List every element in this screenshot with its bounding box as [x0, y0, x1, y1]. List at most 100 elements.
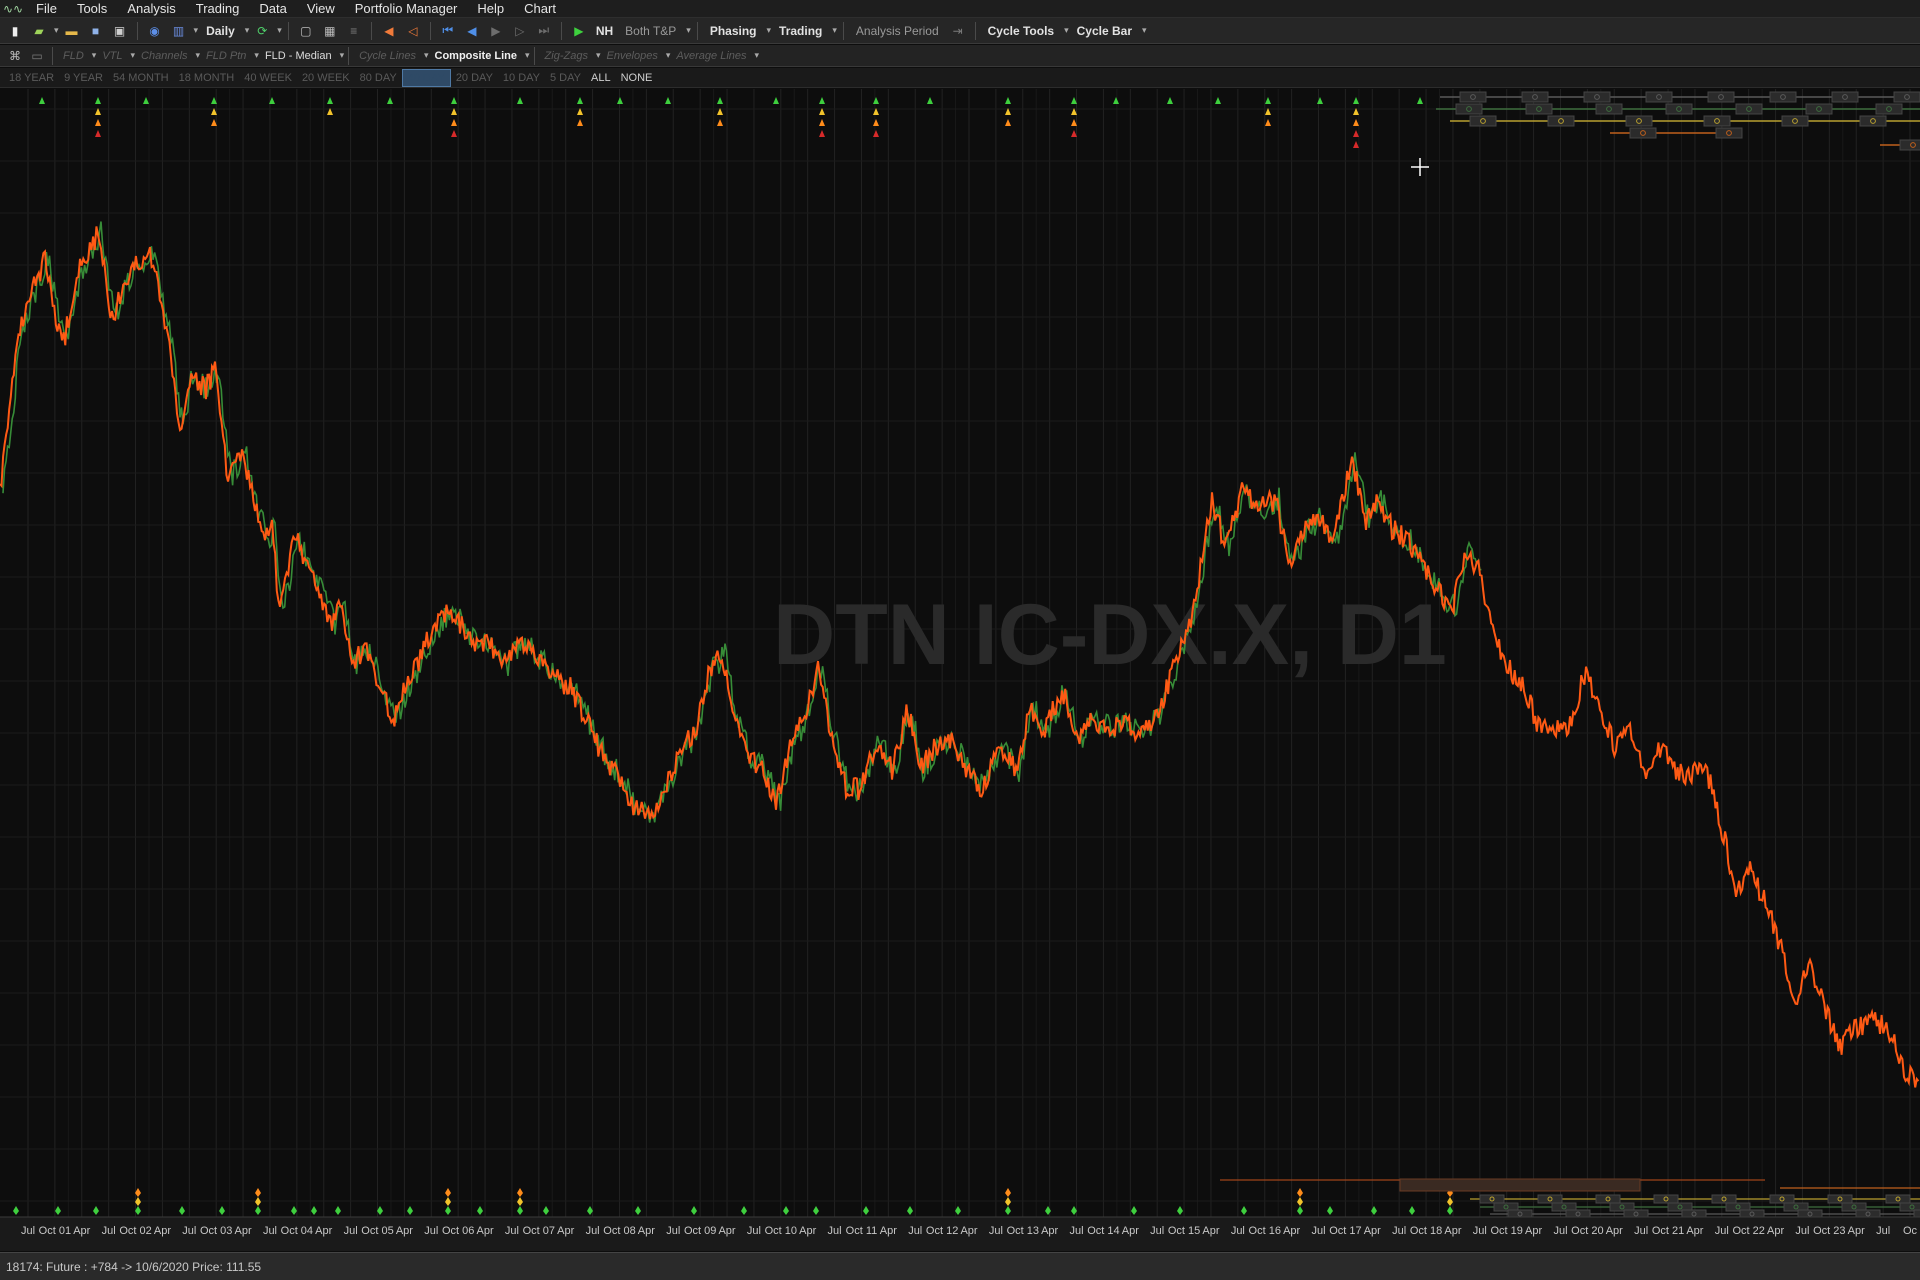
chevron-down-icon[interactable]: ▾ [525, 50, 530, 61]
layout-grid-icon[interactable]: ▦ [319, 22, 341, 40]
play-icon[interactable]: ▶ [568, 22, 590, 40]
bar-chart-icon[interactable]: ▥ [168, 22, 190, 40]
first-bar-icon[interactable]: ⏮ [437, 22, 459, 40]
period-40-week[interactable]: 40 WEEK [239, 70, 297, 86]
time-axis-label: Apr [1686, 1225, 1703, 1237]
chevron-down-icon[interactable]: ▾ [832, 25, 837, 36]
time-axis: Jul Oct 01 Apr Jul Oct 02 Apr Jul Oct 03 Apr Jul O… [0, 1216, 1920, 1251]
period-10-day[interactable]: 10 DAY [498, 70, 545, 86]
status-bar: 18174: Future : +784 -> 10/6/2020 Price:… [0, 1252, 1920, 1280]
new-file-icon[interactable]: ▮ [4, 22, 26, 40]
timeframe-dropdown[interactable]: Daily [200, 24, 241, 38]
price-chart-area[interactable]: DTN IC-DX.X, D1 Jul Oct 01 Apr Jul Oct 02 Apr… [0, 89, 1920, 1251]
next-bar-icon[interactable]: ▶ [485, 22, 507, 40]
menu-data[interactable]: Data [249, 1, 296, 16]
period-18-year[interactable]: 18 YEAR [4, 70, 59, 86]
print-icon[interactable]: ▣ [109, 22, 131, 40]
chevron-down-icon[interactable]: ▾ [1142, 25, 1147, 36]
phasing-box [1769, 1194, 1795, 1204]
cycle-bar-dropdown[interactable]: Cycle Bar [1071, 24, 1138, 38]
phasing-box [1479, 1194, 1505, 1204]
time-axis-label: Oct 06 [442, 1225, 474, 1237]
zig-zags-toggle[interactable]: Zig-Zags [539, 50, 594, 62]
composite-line-toggle[interactable]: Composite Line [429, 50, 524, 62]
layout-list-icon[interactable]: ≡ [343, 22, 365, 40]
chevron-down-icon[interactable]: ▾ [194, 25, 199, 36]
period-none[interactable]: NONE [616, 70, 658, 86]
menu-trading[interactable]: Trading [186, 1, 250, 16]
time-axis-label: Apr [154, 1225, 171, 1237]
previous-bar-icon[interactable]: ◀ [461, 22, 483, 40]
fld-toggle[interactable]: FLD [57, 50, 90, 62]
price-chart[interactable]: DTN IC-DX.X, D1 Jul Oct 01 Apr Jul Oct 02 Apr… [0, 89, 1920, 1251]
time-axis-label: Apr [1767, 1225, 1784, 1237]
vtl-toggle[interactable]: VTL [96, 50, 128, 62]
menu-tools[interactable]: Tools [67, 1, 117, 16]
save-icon[interactable]: ■ [85, 22, 107, 40]
chevron-down-icon[interactable]: ▾ [277, 25, 282, 36]
window-icon[interactable]: ▭ [26, 47, 48, 65]
period-9-year[interactable]: 9 YEAR [59, 70, 108, 86]
chevron-down-icon[interactable]: ▾ [686, 25, 691, 36]
trading-dropdown[interactable]: Trading [773, 24, 828, 38]
period-5-day[interactable]: 5 DAY [545, 70, 586, 86]
phasing-box [1547, 115, 1575, 127]
period-54-month[interactable]: 54 MONTH [108, 70, 174, 86]
step-forward-icon[interactable]: ▷ [509, 22, 531, 40]
period-all[interactable]: ALL [586, 70, 616, 86]
cycle-lines-toggle[interactable]: Cycle Lines [353, 50, 422, 62]
toolbar-divider [560, 21, 562, 40]
last-bar-icon[interactable]: ⏭ [533, 22, 555, 40]
period-40-day[interactable]: 40 DAY [401, 68, 451, 87]
fld-median-dropdown[interactable]: FLD - Median [259, 50, 338, 62]
chevron-down-icon[interactable]: ▾ [340, 50, 345, 61]
layout-single-icon[interactable]: ▢ [295, 22, 317, 40]
menu-file[interactable]: File [26, 1, 67, 16]
average-lines-toggle[interactable]: Average Lines [670, 50, 752, 62]
toolbar-divider [287, 21, 289, 40]
phasing-box [1629, 127, 1657, 139]
time-axis-label: Oct 02 [119, 1225, 151, 1237]
period-80-day[interactable]: 80 DAY [355, 70, 402, 86]
help-icon[interactable]: ◉ [144, 22, 166, 40]
chevron-down-icon[interactable]: ▾ [755, 50, 760, 61]
redo-icon[interactable]: ◁ [402, 22, 424, 40]
arrow-right-icon[interactable]: ⇥ [947, 22, 969, 40]
toolbar-divider [429, 21, 431, 40]
period-18-month[interactable]: 18 MONTH [174, 70, 240, 86]
period-20-week[interactable]: 20 WEEK [297, 70, 355, 86]
open-folder-icon[interactable]: ▬ [61, 22, 83, 40]
time-axis-label: Jul [182, 1225, 196, 1237]
menu-chart[interactable]: Chart [514, 1, 566, 16]
menu-view[interactable]: View [297, 1, 345, 16]
fld-ptn-toggle[interactable]: FLD Ptn [200, 50, 252, 62]
analysis-period-button[interactable]: Analysis Period [850, 24, 945, 38]
time-axis-label: Apr [1364, 1225, 1381, 1237]
undo-icon[interactable]: ◀ [378, 22, 400, 40]
chevron-down-icon[interactable]: ▾ [245, 25, 250, 36]
crosshair-icon[interactable]: ⌘ [4, 47, 26, 65]
time-axis-label: Oct 03 [200, 1225, 232, 1237]
chevron-down-icon[interactable]: ▾ [767, 25, 772, 36]
time-axis-label: Apr [315, 1225, 332, 1237]
menu-portfolio-manager[interactable]: Portfolio Manager [345, 1, 468, 16]
cycle-tools-dropdown[interactable]: Cycle Tools [982, 24, 1060, 38]
time-axis-label: Jul [586, 1225, 600, 1237]
phasing-dropdown[interactable]: Phasing [704, 24, 763, 38]
app-logo-icon[interactable]: ∿∿ [0, 2, 26, 16]
time-axis-label: Oct 18 [1410, 1225, 1442, 1237]
chevron-down-icon[interactable]: ▾ [54, 25, 59, 36]
both-tp-dropdown[interactable]: Both T&P [619, 24, 682, 38]
envelopes-toggle[interactable]: Envelopes [600, 50, 663, 62]
toolbar-divider [348, 46, 350, 65]
period-20-day[interactable]: 20 DAY [451, 70, 498, 86]
phasing-box [1583, 91, 1611, 103]
menu-help[interactable]: Help [467, 1, 514, 16]
chevron-down-icon[interactable]: ▾ [1064, 25, 1069, 36]
toolbar-divider [52, 46, 53, 65]
menu-analysis[interactable]: Analysis [117, 1, 185, 16]
new-chart-icon[interactable]: ▰ [28, 22, 50, 40]
channels-toggle[interactable]: Channels [135, 50, 193, 62]
nh-toggle[interactable]: NH [592, 24, 617, 38]
refresh-icon[interactable]: ⟳ [251, 22, 273, 40]
